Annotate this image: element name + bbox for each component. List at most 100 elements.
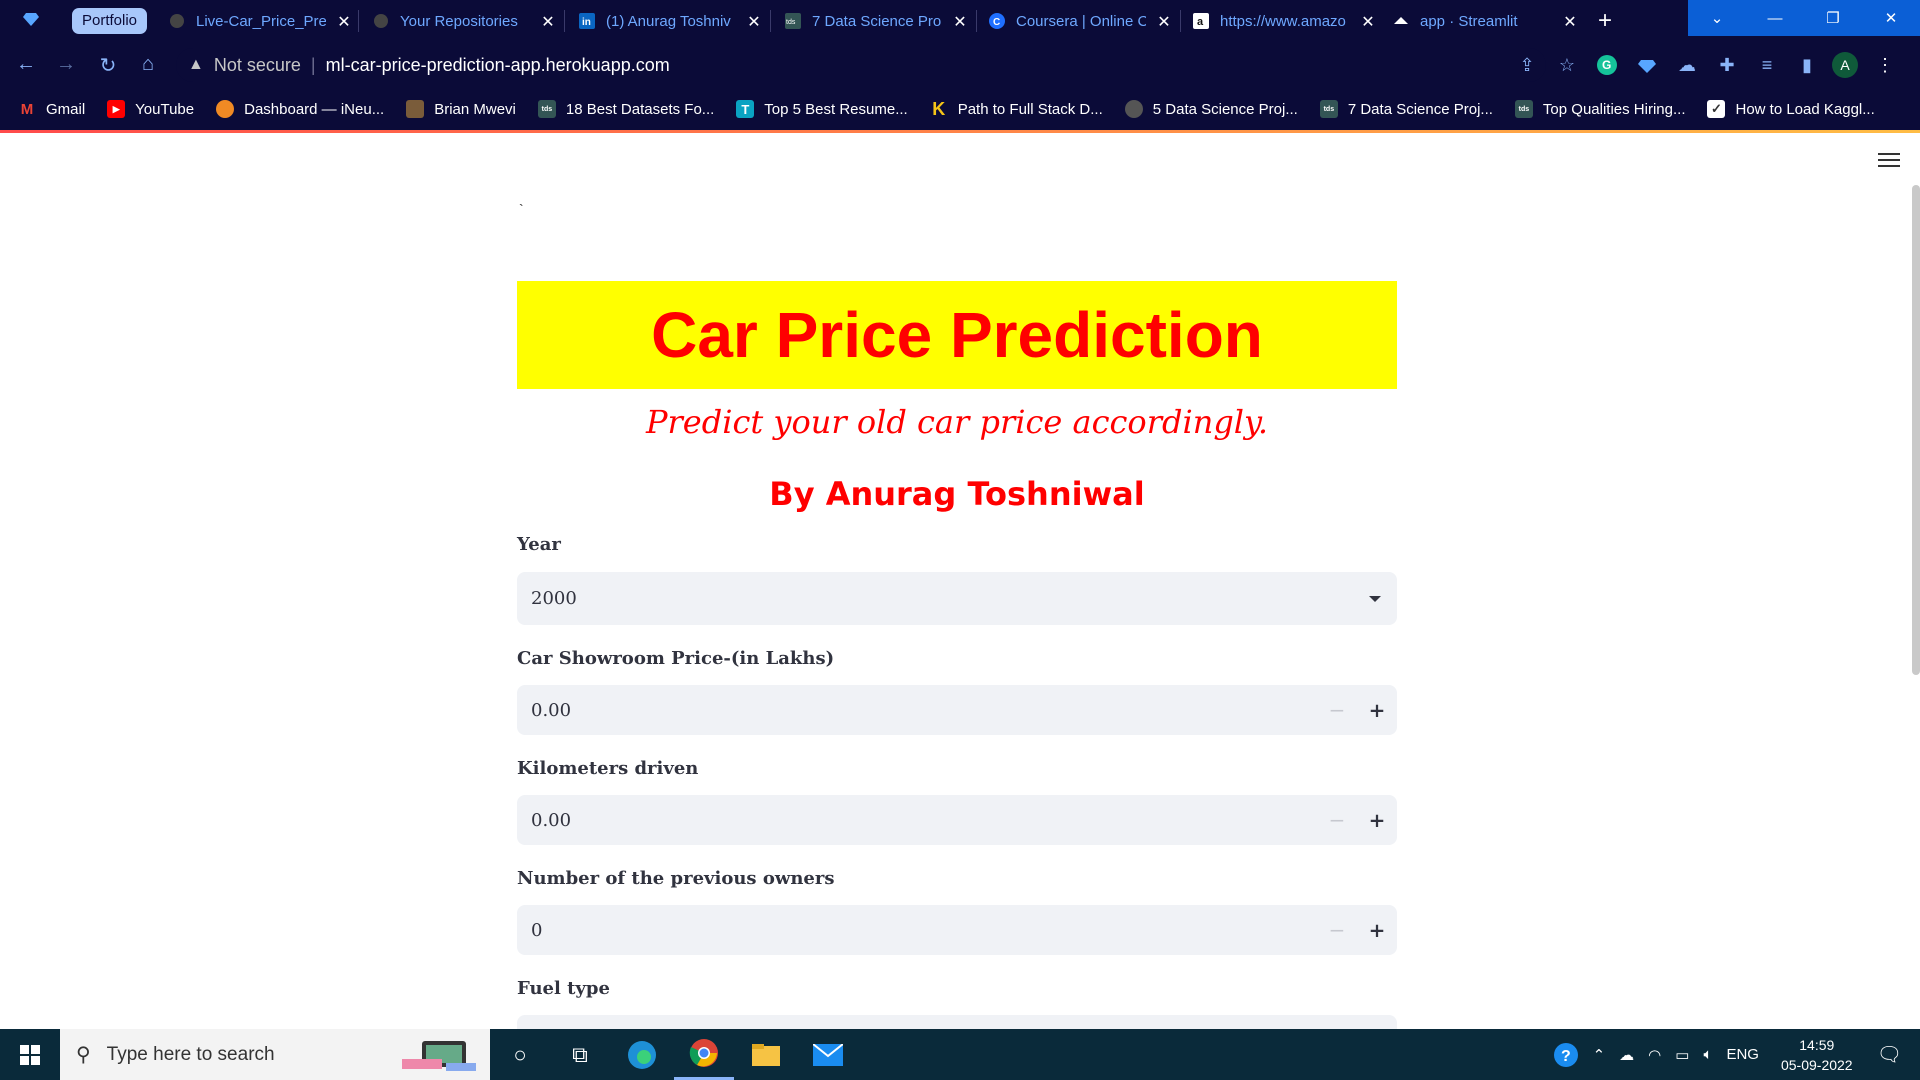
owners-input[interactable]: 0 − + — [517, 905, 1397, 955]
clock[interactable]: 14:59 05-09-2022 — [1781, 1035, 1853, 1075]
bookmark-resume[interactable]: T Top 5 Best Resume... — [736, 100, 908, 118]
tds-icon: tds — [537, 100, 556, 118]
reading-list-icon[interactable]: ≡ — [1754, 52, 1780, 78]
increment-button[interactable]: + — [1357, 905, 1397, 955]
warning-icon[interactable]: ▲ — [188, 56, 204, 74]
bookmark-ds-projects-7[interactable]: tds 7 Data Science Proj... — [1319, 100, 1493, 118]
decrement-button[interactable]: − — [1317, 795, 1357, 845]
close-tab-icon[interactable]: ✕ — [1360, 12, 1376, 32]
task-view-button[interactable]: ⧉ — [550, 1029, 610, 1080]
edge-app[interactable] — [612, 1029, 672, 1080]
taskbar-search[interactable]: ⚲ Type here to search — [60, 1029, 490, 1080]
bookmark-ineuron[interactable]: Dashboard — iNeu... — [216, 100, 384, 118]
decrement-button[interactable]: − — [1317, 905, 1357, 955]
kilometers-input[interactable]: 0.00 − + — [517, 795, 1397, 845]
pinned-tab-icon[interactable] — [22, 10, 40, 28]
tab-data-science-projects[interactable]: tds 7 Data Science Pro ✕ — [784, 6, 974, 36]
tab-car-price-repo[interactable]: Live-Car_Price_Prec ✕ — [168, 6, 358, 36]
year-select[interactable]: 2000 — [517, 572, 1397, 625]
bookmark-gmail[interactable]: M Gmail — [18, 100, 85, 118]
notification-icon[interactable]: 🗨︎ — [1877, 1042, 1902, 1067]
reload-button[interactable]: ↻ — [96, 53, 120, 78]
help-icon[interactable]: ? — [1553, 1042, 1579, 1068]
showroom-price-input[interactable]: 0.00 − + — [517, 685, 1397, 735]
close-tab-icon[interactable]: ✕ — [952, 12, 968, 32]
star-icon[interactable]: ☆ — [1554, 52, 1580, 78]
tab-your-repositories[interactable]: Your Repositories ✕ — [372, 6, 562, 36]
page-subtitle: Predict your old car price accordingly. — [645, 403, 1269, 441]
github-icon — [168, 12, 186, 30]
volume-icon[interactable]: 🔈︎ — [1703, 1046, 1712, 1063]
forward-button[interactable]: → — [54, 53, 78, 76]
home-button[interactable]: ⌂ — [136, 53, 160, 76]
grammarly-icon[interactable]: G — [1594, 52, 1620, 78]
minimize-button[interactable]: — — [1746, 0, 1804, 36]
address-bar[interactable]: ▲ Not secure | ml-car-price-prediction-a… — [176, 48, 1546, 82]
owners-value[interactable]: 0 — [531, 920, 1317, 941]
cortana-button[interactable]: ○ — [490, 1029, 550, 1080]
increment-button[interactable]: + — [1357, 685, 1397, 735]
increment-button[interactable]: + — [1357, 795, 1397, 845]
bookmark-datasets[interactable]: tds 18 Best Datasets Fo... — [537, 100, 714, 118]
start-button[interactable] — [0, 1029, 60, 1080]
tab-linkedin[interactable]: in (1) Anurag Toshniv ✕ — [578, 6, 768, 36]
tab-title: Live-Car_Price_Prec — [196, 12, 326, 30]
close-tab-icon[interactable]: ✕ — [540, 12, 556, 32]
owners-label: Number of the previous owners — [517, 868, 835, 889]
bookmark-label: Path to Full Stack D... — [957, 100, 1103, 118]
kilometers-value[interactable]: 0.00 — [531, 810, 1317, 831]
system-tray: ? ⌃ ☁ ◠ ▭ 🔈︎ ENG 14:59 05-09-2022 🗨︎ — [1553, 1029, 1920, 1080]
tab-coursera[interactable]: C Coursera | Online C ✕ — [988, 6, 1178, 36]
language-indicator[interactable]: ENG — [1726, 1046, 1759, 1063]
bookmark-full-stack[interactable]: K Path to Full Stack D... — [930, 99, 1103, 119]
chevron-up-icon[interactable]: ⌃ — [1593, 1046, 1606, 1064]
fuel-type-select[interactable] — [517, 1015, 1397, 1029]
battery-icon[interactable]: ▭ — [1675, 1046, 1689, 1064]
puzzle-icon[interactable]: ✚ — [1714, 52, 1740, 78]
restore-button[interactable]: ❐ — [1804, 0, 1862, 36]
main-menu-icon[interactable] — [1878, 153, 1900, 169]
profile-avatar[interactable]: A — [1832, 52, 1858, 78]
bookmark-youtube[interactable]: ▶ YouTube — [107, 100, 194, 118]
close-tab-icon[interactable]: ✕ — [1156, 12, 1172, 32]
bookmark-label: Gmail — [46, 100, 86, 118]
side-panel-icon[interactable]: ▮ — [1794, 52, 1820, 78]
decrement-button[interactable]: − — [1317, 685, 1357, 735]
onedrive-icon[interactable]: ☁ — [1619, 1046, 1634, 1064]
extension-gem-icon[interactable] — [1634, 52, 1660, 78]
back-button[interactable]: ← — [14, 53, 38, 76]
bookmark-hiring[interactable]: tds Top Qualities Hiring... — [1514, 100, 1685, 118]
new-tab-button[interactable]: + — [1598, 8, 1612, 34]
mail-app[interactable] — [798, 1029, 858, 1080]
arrow-right-icon: → — [56, 53, 76, 75]
close-tab-icon[interactable]: ✕ — [1562, 12, 1578, 32]
bookmark-label: 5 Data Science Proj... — [1152, 100, 1298, 118]
close-window-button[interactable]: ✕ — [1862, 0, 1920, 36]
showroom-price-value[interactable]: 0.00 — [531, 700, 1317, 721]
security-label[interactable]: Not secure — [214, 55, 301, 76]
menu-dots-icon[interactable]: ⋮ — [1872, 52, 1898, 78]
minimize-icon: — — [1767, 9, 1783, 27]
amazon-icon: a — [1192, 12, 1210, 30]
close-tab-icon[interactable]: ✕ — [336, 12, 352, 32]
bookmark-kaggle[interactable]: ✓ How to Load Kaggl... — [1707, 100, 1875, 118]
page-title: Car Price Prediction — [651, 299, 1263, 371]
showroom-price-label: Car Showroom Price-(in Lakhs) — [517, 648, 835, 669]
tab-group-portfolio[interactable]: Portfolio — [72, 8, 148, 34]
tab-streamlit-active[interactable]: app · Streamlit ✕ — [1392, 6, 1584, 36]
scrollbar[interactable] — [1912, 185, 1920, 675]
bookmark-ds-projects-5[interactable]: 5 Data Science Proj... — [1124, 100, 1298, 118]
close-tab-icon[interactable]: ✕ — [746, 12, 762, 32]
tab-search-button[interactable]: ⌄ — [1688, 0, 1746, 36]
github-icon — [372, 12, 390, 30]
youtube-icon: ▶ — [107, 100, 126, 118]
ineuron-icon — [216, 100, 235, 118]
extension-cloud-icon[interactable]: ☁ — [1674, 52, 1700, 78]
bookmark-brian-mwevi[interactable]: Brian Mwevi — [406, 100, 516, 118]
wifi-icon[interactable]: ◠ — [1648, 1046, 1661, 1064]
tab-amazon[interactable]: a https://www.amazo ✕ — [1192, 6, 1382, 36]
share-icon[interactable]: ⇪ — [1514, 52, 1540, 78]
file-explorer-app[interactable] — [736, 1029, 796, 1080]
url-text[interactable]: ml-car-price-prediction-app.herokuapp.co… — [326, 55, 670, 76]
chrome-app[interactable] — [674, 1029, 734, 1080]
